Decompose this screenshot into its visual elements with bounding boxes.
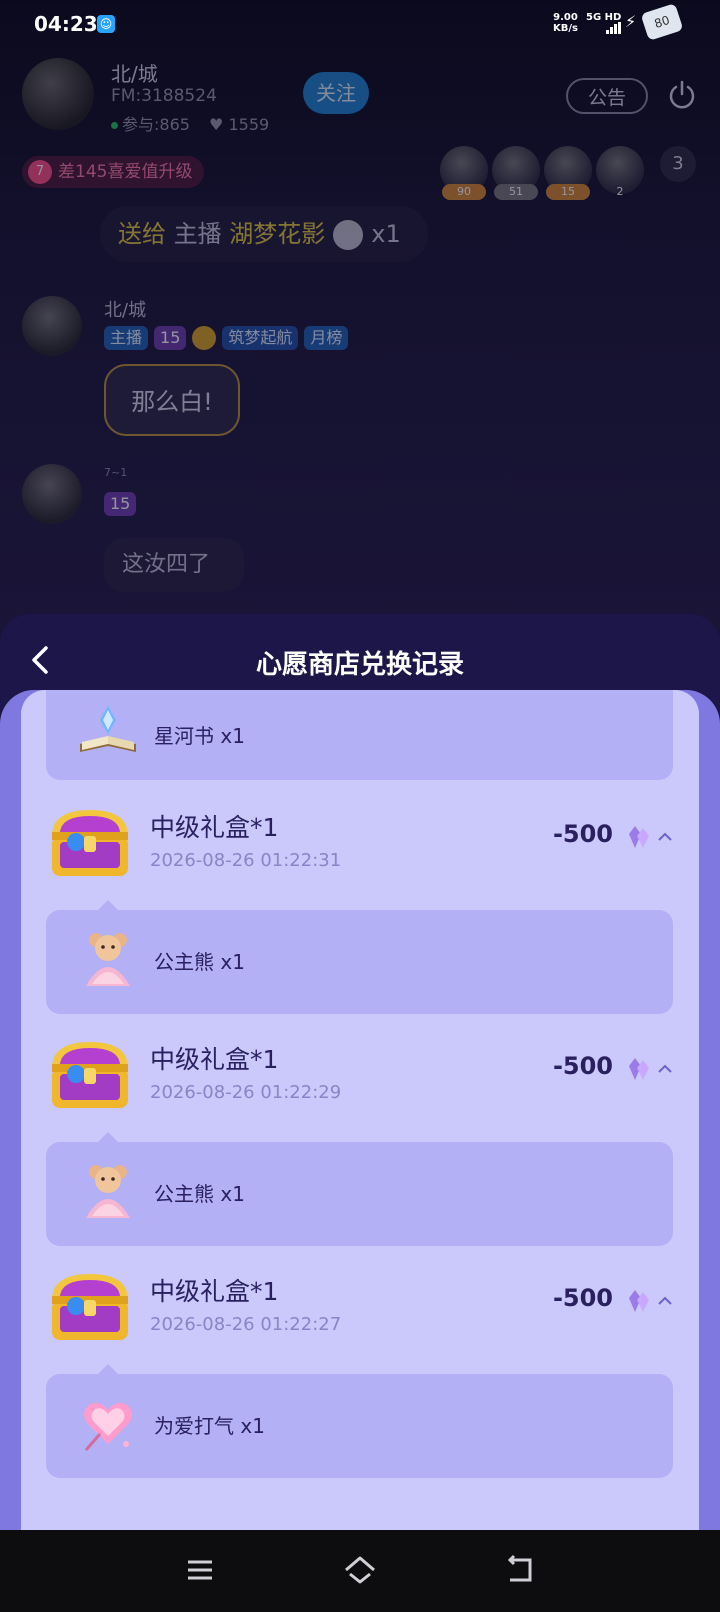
- live-room-background: 04:23 ☺ 9.00 KB/s 5G HD ⚡ 80 北/城 FM:3188…: [0, 0, 720, 640]
- book-icon: [80, 706, 136, 752]
- exchange-records-sheet: 心愿商店兑换记录 星河书 x1 中级礼盒*1 2026-08-26 01:22:…: [0, 614, 720, 1534]
- online-dot-icon: [111, 122, 118, 129]
- teddy-bear-icon: [86, 1165, 130, 1218]
- heart-icon: ♥: [209, 115, 224, 134]
- viewer-avatar[interactable]: 15: [544, 146, 592, 200]
- records-panel: 星河书 x1 中级礼盒*1 2026-08-26 01:22:31 -500 公…: [0, 690, 720, 1534]
- back-nav-icon[interactable]: [500, 1552, 540, 1588]
- treasure-chest-icon: [52, 1042, 128, 1108]
- reward-item-card: 星河书 x1: [46, 690, 673, 780]
- record-cost: -500: [552, 820, 613, 848]
- room-stats: 参与:865 ♥ 1559: [111, 111, 269, 135]
- medal-icon: [192, 326, 217, 350]
- record-title: 中级礼盒*1: [150, 1045, 279, 1074]
- charging-icon: ⚡: [625, 12, 637, 31]
- chat-avatar[interactable]: [22, 464, 82, 524]
- follow-button[interactable]: 关注: [303, 72, 369, 114]
- exchange-record[interactable]: 中级礼盒*1 2026-08-26 01:22:29 -500: [46, 1022, 673, 1150]
- crystal-currency-icon: [629, 826, 649, 848]
- reward-item-label: 公主熊 x1: [154, 950, 245, 974]
- treasure-chest-icon: [52, 1274, 128, 1340]
- system-navigation-bar: [0, 1530, 720, 1612]
- battery-indicator: 80: [640, 3, 684, 41]
- record-time: 2026-08-26 01:22:27: [150, 1314, 342, 1335]
- crystal-currency-icon: [629, 1290, 649, 1312]
- teddy-bear-icon: [86, 933, 130, 986]
- sheet-title: 心愿商店兑换记录: [255, 650, 464, 680]
- heart-wand-icon: [84, 1402, 132, 1451]
- chat-user-tags: 15: [104, 492, 142, 516]
- gift-icon: [333, 220, 364, 250]
- treasure-chest-icon: [52, 810, 128, 876]
- chat-avatar[interactable]: [22, 296, 82, 356]
- viewer-count[interactable]: 3: [660, 146, 696, 182]
- status-bar: 04:23 ☺ 9.00 KB/s 5G HD ⚡ 80: [0, 0, 720, 48]
- record-time: 2026-08-26 01:22:31: [150, 850, 342, 871]
- level-progress-badge[interactable]: 7 差145喜爱值升级: [22, 156, 205, 188]
- crystal-currency-icon: [629, 1058, 649, 1080]
- record-time: 2026-08-26 01:22:29: [150, 1082, 342, 1103]
- record-cost: -500: [552, 1052, 613, 1080]
- viewer-avatar[interactable]: 90: [440, 146, 488, 200]
- reward-item-label: 星河书 x1: [154, 724, 245, 748]
- exchange-record[interactable]: 中级礼盒*1 2026-08-26 01:22:31 -500: [46, 790, 673, 918]
- records-list[interactable]: 星河书 x1 中级礼盒*1 2026-08-26 01:22:31 -500 公…: [21, 690, 699, 1534]
- home-icon[interactable]: [340, 1552, 380, 1588]
- host-avatar[interactable]: [22, 58, 94, 130]
- exchange-record[interactable]: 中级礼盒*1 2026-08-26 01:22:27 -500: [46, 1254, 673, 1382]
- chevron-up-icon[interactable]: [657, 1062, 673, 1074]
- viewer-avatar[interactable]: 51: [492, 146, 540, 200]
- menu-icon[interactable]: [180, 1552, 220, 1588]
- app-notification-icon: ☺: [97, 15, 115, 33]
- gift-message: 送给 主播 湖梦花影 x1: [100, 206, 428, 262]
- status-time: 04:23: [34, 12, 98, 36]
- level-star-icon: 7: [28, 160, 52, 184]
- viewer-avatar[interactable]: 2: [596, 146, 644, 198]
- reward-item-card: 为爱打气 x1: [46, 1364, 673, 1478]
- chevron-up-icon[interactable]: [657, 1294, 673, 1306]
- record-title: 中级礼盒*1: [150, 813, 279, 842]
- signal-icon: [606, 22, 621, 34]
- chevron-up-icon[interactable]: [657, 830, 673, 842]
- chat-user-tags: 主播 15 筑梦起航 月榜: [104, 326, 354, 350]
- chat-bubble: 那么白!: [104, 364, 240, 436]
- chat-username: 7~1: [104, 466, 128, 479]
- reward-item-label: 为爱打气 x1: [154, 1414, 265, 1438]
- host-name: 北/城: [111, 62, 158, 86]
- record-title: 中级礼盒*1: [150, 1277, 279, 1306]
- record-cost: -500: [552, 1284, 613, 1312]
- chat-username: 北/城: [104, 300, 147, 321]
- network-speed: 9.00 KB/s: [553, 12, 578, 34]
- reward-item-card: 公主熊 x1: [46, 1132, 673, 1246]
- reward-item-card: 公主熊 x1: [46, 900, 673, 1014]
- power-icon[interactable]: [667, 80, 697, 110]
- chat-bubble: 这汝四了: [104, 538, 244, 592]
- reward-item-label: 公主熊 x1: [154, 1182, 245, 1206]
- notice-button[interactable]: 公告: [566, 78, 648, 114]
- level-chip: 15: [154, 326, 187, 350]
- room-fm-id: FM:3188524: [111, 86, 217, 106]
